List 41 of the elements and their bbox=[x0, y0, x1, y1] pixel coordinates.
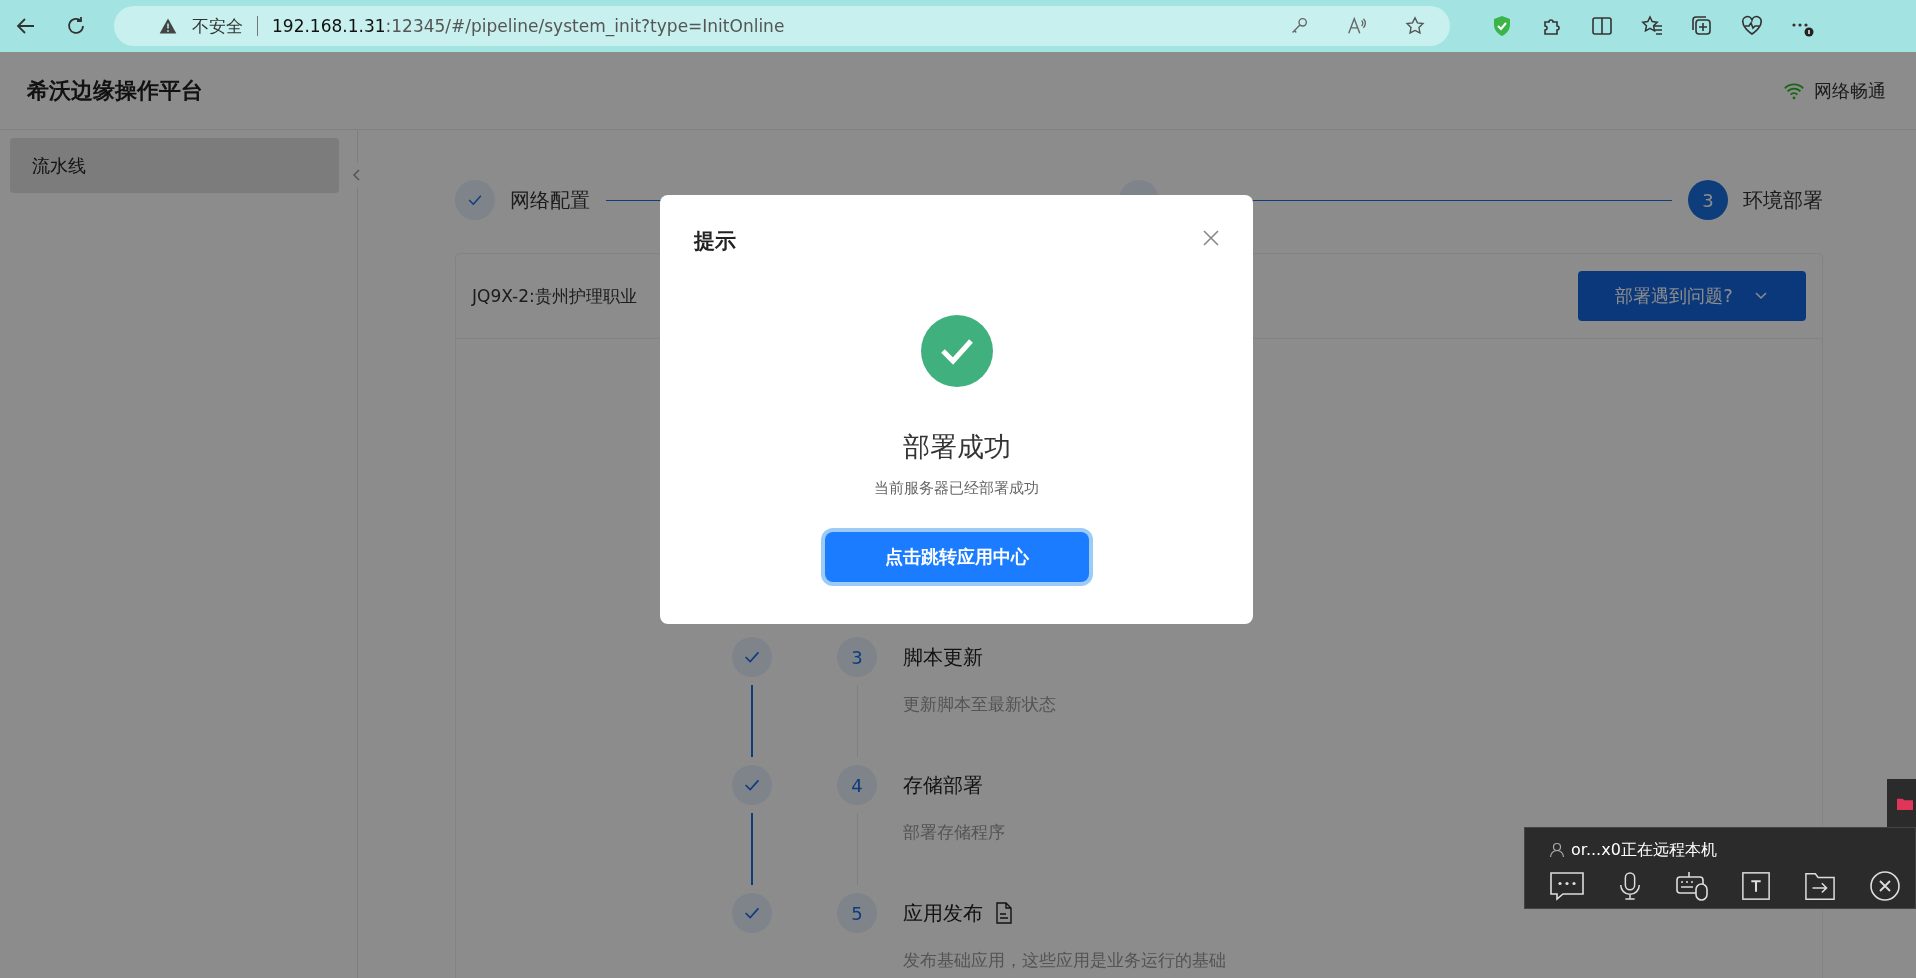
side-tab[interactable] bbox=[1887, 779, 1916, 827]
device-name: JQ9X-2:贵州护理职业 bbox=[472, 284, 637, 308]
security-label: 不安全 bbox=[192, 14, 243, 38]
task-number: 5 bbox=[837, 893, 877, 933]
dialog-title: 提示 bbox=[694, 228, 736, 255]
app-title: 希沃边缘操作平台 bbox=[27, 76, 203, 105]
remote-status-text: or...x0正在远程本机 bbox=[1571, 839, 1717, 861]
collections-icon[interactable] bbox=[1690, 14, 1714, 38]
task-description: 发布基础应用，这些应用是业务运行的基础 bbox=[903, 949, 1226, 972]
folder-transfer-icon[interactable] bbox=[1803, 871, 1837, 901]
microphone-icon[interactable] bbox=[1617, 870, 1643, 902]
dialog-message: 当前服务器已经部署成功 bbox=[874, 479, 1039, 498]
task-description: 更新脚本至最新状态 bbox=[903, 693, 1056, 716]
step-number: 3 bbox=[1688, 180, 1728, 220]
step-label: 环境部署 bbox=[1743, 186, 1823, 214]
task-number: 4 bbox=[837, 765, 877, 805]
close-circle-icon[interactable] bbox=[1869, 870, 1901, 902]
address-bar[interactable]: 不安全 192.168.1.31:12345/#/pipeline/system_init?type=InitOnline bbox=[114, 6, 1450, 46]
url-text: 192.168.1.31:12345/#/pipeline/system_init?type=InitOnline bbox=[272, 16, 785, 36]
task-title: 脚本更新 bbox=[903, 643, 983, 671]
step-label: 网络配置 bbox=[510, 186, 590, 214]
network-status: 网络畅通 bbox=[1814, 78, 1886, 103]
star-icon[interactable] bbox=[1404, 15, 1426, 37]
folder-icon bbox=[1897, 796, 1913, 810]
keyboard-mouse-icon[interactable] bbox=[1675, 870, 1709, 902]
help-dropdown-button[interactable]: 部署遇到问题? bbox=[1578, 271, 1806, 321]
dialog-heading: 部署成功 bbox=[902, 430, 1011, 464]
task-title: 存储部署 bbox=[903, 771, 983, 799]
task-number: 3 bbox=[837, 637, 877, 677]
warning-icon bbox=[158, 16, 178, 36]
document-icon[interactable] bbox=[995, 902, 1013, 924]
task-description: 部署存储程序 bbox=[903, 821, 1005, 844]
task-title: 应用发布 bbox=[903, 899, 983, 927]
heart-pulse-icon[interactable] bbox=[1740, 14, 1764, 38]
chat-icon[interactable] bbox=[1549, 871, 1585, 901]
user-icon bbox=[1549, 842, 1565, 858]
text-icon[interactable] bbox=[1741, 871, 1771, 901]
favorites-icon[interactable] bbox=[1640, 14, 1664, 38]
sidebar-item[interactable]: 流水线 bbox=[10, 138, 339, 193]
split-screen-icon[interactable] bbox=[1590, 14, 1614, 38]
close-icon[interactable] bbox=[1201, 228, 1221, 248]
